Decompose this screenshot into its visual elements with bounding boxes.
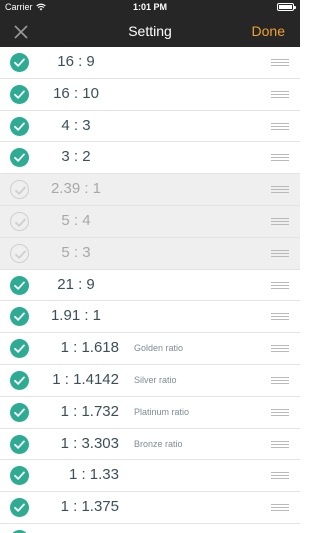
- checkmark-icon[interactable]: [10, 243, 29, 263]
- drag-handle-icon[interactable]: [271, 472, 289, 480]
- ratio-row: 21 : 9: [0, 269, 300, 302]
- ratio-label: 1 : 1.732: [60, 402, 119, 420]
- ratio-label: 3 : 2: [61, 148, 91, 166]
- ratio-row: 3 : 2: [0, 142, 300, 175]
- ratio-label: 1 : 1.33: [68, 466, 119, 484]
- drag-handle-icon[interactable]: [271, 217, 289, 226]
- checkmark-icon[interactable]: [10, 434, 29, 454]
- checkmark-icon[interactable]: [10, 339, 29, 359]
- checkmark-icon[interactable]: [10, 180, 29, 200]
- checkmark-icon[interactable]: [10, 84, 29, 104]
- checkmark-icon[interactable]: [10, 498, 29, 518]
- ratio-label: 1 : 1.375: [60, 498, 119, 516]
- checkmark-icon[interactable]: [10, 466, 29, 486]
- ratio-label: 5 : 4: [61, 211, 91, 229]
- drag-handle-icon[interactable]: [271, 408, 289, 417]
- header: Carrier 1:01 PM Setting Done: [0, 0, 300, 47]
- done-button[interactable]: Done: [252, 23, 285, 39]
- ratio-list: 16 : 9 16 : 10 4 : 3 3 : 2 2.39 : 1 5 : 4 5 : …: [0, 47, 300, 533]
- ratio-label: 1.91 : 1: [50, 307, 102, 325]
- ratio-row: 1 : 1.732 Platinum ratio: [0, 396, 300, 429]
- drag-handle-icon[interactable]: [271, 376, 289, 385]
- ratio-label: 1 : 1.618: [60, 339, 119, 357]
- ratio-label: 16 : 9: [57, 53, 95, 70]
- ratio-row: 2.39 : 1: [0, 174, 300, 206]
- ratio-label: 2.39 : 1: [50, 180, 102, 198]
- checkmark-icon[interactable]: [10, 307, 29, 327]
- ratio-label: 4 : 3: [61, 116, 91, 134]
- drag-handle-icon[interactable]: [271, 504, 289, 512]
- ratio-row: 5 : 4: [0, 205, 300, 238]
- ratio-row: 1 : 1.375: [0, 492, 300, 524]
- drag-handle-icon[interactable]: [271, 313, 289, 321]
- ratio-label: 16 : 10: [53, 84, 99, 102]
- checkmark-icon[interactable]: [10, 402, 29, 422]
- ratio-label: 1 : 3.303: [60, 434, 119, 452]
- ratio-row: 5 : 3: [0, 237, 300, 270]
- checkmark-icon[interactable]: [10, 148, 29, 168]
- ratio-row: 1 : 3.303 Bronze ratio: [0, 428, 300, 461]
- ratio-description: Bronze ratio: [134, 438, 183, 449]
- checkmark-icon[interactable]: [10, 370, 29, 390]
- ratio-row: 1.91 : 1: [0, 301, 300, 334]
- status-bar: Carrier 1:01 PM: [0, 0, 300, 16]
- drag-handle-icon[interactable]: [271, 186, 289, 194]
- checkmark-icon[interactable]: [10, 211, 29, 231]
- drag-handle-icon[interactable]: [271, 345, 289, 353]
- checkmark-icon[interactable]: [10, 275, 29, 295]
- drag-handle-icon[interactable]: [271, 154, 289, 162]
- checkmark-icon[interactable]: [10, 116, 29, 136]
- drag-handle-icon[interactable]: [271, 440, 289, 449]
- drag-handle-icon[interactable]: [271, 249, 289, 258]
- drag-handle-icon[interactable]: [271, 59, 289, 67]
- ratio-row: [0, 523, 300, 533]
- ratio-label: 5 : 3: [61, 243, 91, 261]
- ratio-row: 16 : 10: [0, 78, 300, 111]
- drag-handle-icon[interactable]: [271, 90, 289, 99]
- clock: 1:01 PM: [132, 2, 167, 12]
- drag-handle-icon[interactable]: [271, 281, 289, 290]
- ratio-row: 1 : 1.618 Golden ratio: [0, 333, 300, 365]
- ratio-row: 1 : 1.4142 Silver ratio: [0, 364, 300, 397]
- ratio-row: 16 : 9: [0, 47, 300, 79]
- ratio-description: Golden ratio: [134, 343, 184, 354]
- ratio-label: 1 : 1.4142: [52, 370, 119, 388]
- ratio-row: 4 : 3: [0, 110, 300, 143]
- ratio-description: Silver ratio: [134, 374, 177, 385]
- drag-handle-icon[interactable]: [271, 122, 289, 131]
- navigation-bar: Setting Done: [0, 16, 300, 47]
- battery-icon: [277, 3, 296, 11]
- ratio-row: 1 : 1.33: [0, 460, 300, 493]
- checkmark-icon[interactable]: [10, 53, 29, 72]
- ratio-label: 21 : 9: [57, 275, 95, 293]
- ratio-description: Platinum ratio: [134, 406, 190, 417]
